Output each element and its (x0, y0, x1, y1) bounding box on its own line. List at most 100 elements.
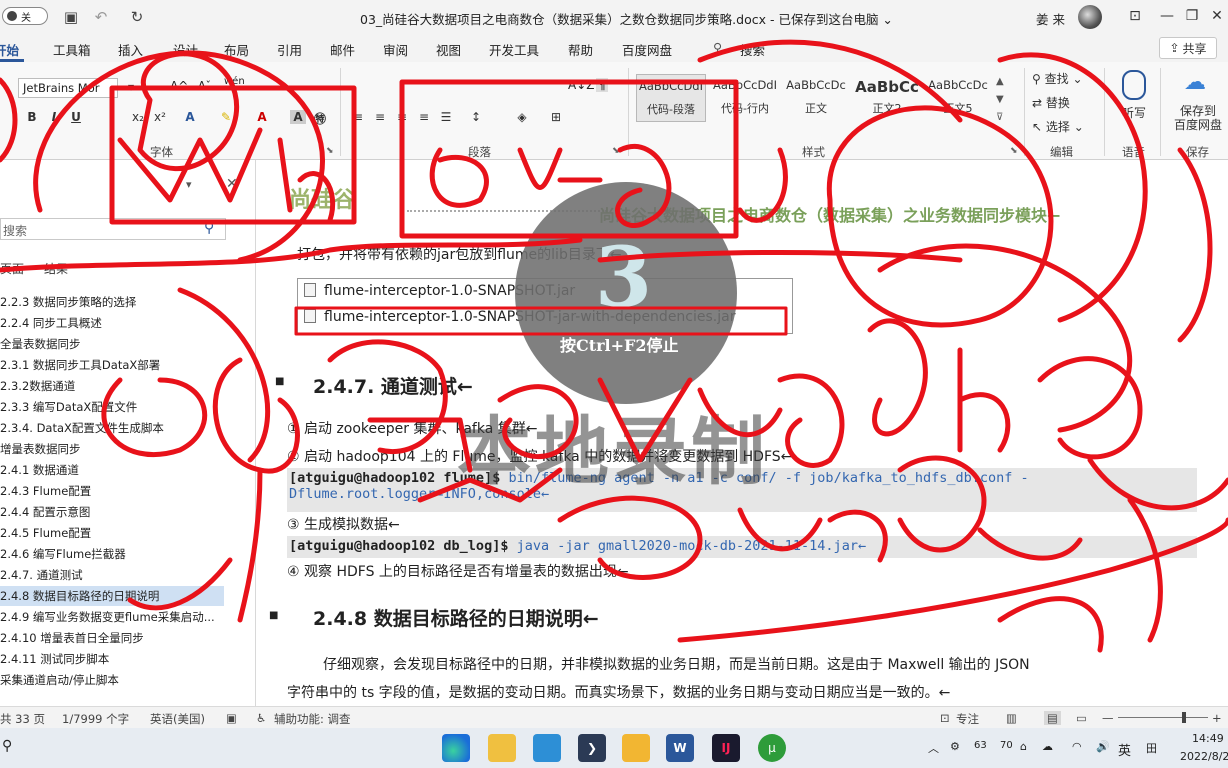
styles-dialog-launcher[interactable]: ⬊ (1010, 146, 1018, 156)
intellij-icon[interactable]: IJ (712, 734, 740, 762)
volume-icon[interactable]: 🔊 (1096, 740, 1110, 753)
nav-heading-item[interactable]: 2.4.1 数据通道 (0, 460, 224, 480)
save-to-baidu-label[interactable]: 保存到 百度网盘 (1174, 104, 1222, 132)
tab-baidu[interactable]: 百度网盘 (622, 40, 672, 59)
text-effects-icon[interactable]: A (182, 110, 198, 124)
zoom-out-icon[interactable]: — (1102, 711, 1114, 725)
save-icon[interactable]: ▣ (62, 8, 80, 26)
clock-time[interactable]: 14:49 (1192, 732, 1224, 745)
focus-mode[interactable]: 专注 (956, 711, 979, 727)
nav-heading-item[interactable]: 2.4.4 配置示意图 (0, 502, 224, 522)
nav-heading-item[interactable]: 2.3.3 编写DataX配置文件 (0, 397, 224, 417)
grow-font-icon[interactable]: A^ (170, 79, 188, 93)
gear-icon[interactable]: ⚙ (950, 740, 960, 753)
align-center-icon[interactable]: ≡ (372, 110, 388, 124)
phonetic-icon[interactable]: wén (224, 76, 245, 87)
tab-toolbox[interactable]: 工具箱 (53, 40, 91, 59)
font-dialog-launcher[interactable]: ⬊ (326, 146, 334, 156)
language[interactable]: 英语(美国) (150, 711, 205, 727)
shading-icon[interactable]: ◈ (514, 110, 530, 124)
avatar[interactable] (1078, 5, 1102, 29)
find-button[interactable]: ⚲ 查找 ⌄ (1032, 70, 1083, 87)
word-icon[interactable]: W (666, 734, 694, 762)
enclose-char-icon[interactable]: ㊕ (312, 110, 328, 127)
ime-indicator[interactable]: 英 (1118, 740, 1131, 759)
wifi-icon[interactable]: ◠ (1072, 740, 1082, 753)
page-count[interactable]: 共 33 页 (0, 711, 45, 727)
autosave-toggle[interactable]: 关 (2, 7, 48, 25)
char-shading-icon[interactable]: A (290, 110, 306, 124)
terminal-icon[interactable]: ❯ (578, 734, 606, 762)
tab-review[interactable]: 审阅 (383, 40, 408, 59)
nav-heading-item[interactable]: 2.4.8 数据目标路径的日期说明 (0, 586, 224, 606)
nav-heading-item[interactable]: 2.4.10 增量表首日全量同步 (0, 628, 224, 648)
subscript-icon[interactable]: x₂ (130, 110, 146, 124)
app-icon[interactable] (533, 734, 561, 762)
style-normal[interactable]: AaBbCcDc 正文 (782, 74, 850, 122)
clock-date[interactable]: 2022/8/2 (1180, 750, 1228, 763)
nav-heading-item[interactable]: 2.4.9 编写业务数据变更flume采集启动... (0, 607, 224, 627)
search-icon[interactable]: ⚲ (204, 220, 214, 236)
macro-icon[interactable]: ▣ (226, 711, 237, 725)
tab-view[interactable]: 视图 (436, 40, 461, 59)
underline-icon[interactable]: U (68, 110, 84, 124)
user-name[interactable]: 姜 来 (1036, 9, 1065, 28)
nav-heading-item[interactable]: 采集通道启动/停止脚本 (0, 670, 224, 690)
tab-mailings[interactable]: 邮件 (330, 40, 355, 59)
styles-scroll-down-icon[interactable]: ▼ (996, 94, 1004, 105)
align-left-icon[interactable]: ≡ (350, 110, 366, 124)
file-explorer-icon[interactable] (488, 734, 516, 762)
select-button[interactable]: ↖ 选择 ⌄ (1032, 118, 1084, 135)
font-color-icon[interactable]: A (254, 110, 270, 124)
tray-expand-icon[interactable]: ︿ (928, 740, 939, 756)
font-size-box[interactable]: ▾ (128, 80, 134, 94)
align-right-icon[interactable]: ≡ (394, 110, 410, 124)
dictate-label[interactable]: 听写 (1122, 104, 1146, 121)
tab-design[interactable]: 设计 (173, 40, 198, 59)
zoom-slider-thumb[interactable] (1182, 712, 1186, 723)
ime-mode-icon[interactable]: 田 (1146, 740, 1157, 756)
distribute-icon[interactable]: ☰ (438, 110, 454, 124)
font-name-box[interactable]: JetBrains Mor (18, 78, 118, 98)
shrink-font-icon[interactable]: Aˇ (198, 79, 211, 92)
style-normal2[interactable]: AaBbCc 正文2 (852, 74, 922, 122)
tab-help[interactable]: 帮助 (568, 40, 593, 59)
share-button[interactable]: ⇪ 共享 (1159, 37, 1217, 59)
nav-heading-item[interactable]: 2.3.4. DataX配置文件生成脚本 (0, 418, 224, 438)
nav-search-input[interactable]: 搜索 (0, 218, 226, 240)
tab-layout[interactable]: 布局 (224, 40, 249, 59)
sort-icon[interactable]: A↓Z (568, 78, 594, 92)
style-normal5[interactable]: AaBbCcDc 正文5 (924, 74, 992, 122)
nav-heading-item[interactable]: 2.3.2数据通道 (0, 376, 224, 396)
line-spacing-icon[interactable]: ↕ (468, 110, 484, 124)
word-count[interactable]: 1/7999 个字 (62, 711, 129, 727)
styles-scroll-up-icon[interactable]: ▲ (996, 76, 1004, 87)
search-icon[interactable]: ⚲ (713, 40, 722, 55)
show-marks-icon[interactable]: ¶ (596, 78, 608, 92)
web-layout-icon[interactable]: ▭ (1076, 711, 1087, 725)
utorrent-icon[interactable]: µ (758, 734, 786, 762)
replace-button[interactable]: ⇄ 替换 (1032, 94, 1070, 111)
network-icon[interactable]: ⌂ (1020, 740, 1027, 753)
undo-icon[interactable]: ↶ (92, 8, 110, 26)
paragraph-dialog-launcher[interactable]: ⬊ (612, 146, 620, 156)
zoom-in-icon[interactable]: + (1212, 711, 1222, 725)
nav-heading-item[interactable]: 2.2.3 数据同步策略的选择 (0, 292, 224, 312)
justify-icon[interactable]: ≡ (416, 110, 432, 124)
tab-insert[interactable]: 插入 (118, 40, 143, 59)
bold-icon[interactable]: B (24, 110, 40, 124)
tab-developer[interactable]: 开发工具 (489, 40, 539, 59)
nav-tab-pages[interactable]: 页面 (0, 260, 24, 277)
highlight-icon[interactable]: ✎ (218, 110, 234, 124)
tab-home[interactable]: 开始 (0, 40, 19, 59)
microphone-icon[interactable] (1122, 70, 1146, 100)
nav-heading-item[interactable]: 2.4.7. 通道测试 (0, 565, 224, 585)
close-icon[interactable]: ✕ (1207, 6, 1227, 26)
maximize-icon[interactable]: ❐ (1182, 6, 1202, 26)
ribbon-display-icon[interactable]: ⊡ (1125, 6, 1145, 26)
nav-tab-results[interactable]: 结果 (44, 260, 68, 277)
cloud-icon[interactable]: ☁ (1042, 740, 1053, 753)
nav-heading-item[interactable]: 2.3.1 数据同步工具DataX部署 (0, 355, 224, 375)
nav-heading-item[interactable]: 2.4.5 Flume配置 (0, 523, 224, 543)
minimize-icon[interactable]: — (1157, 6, 1177, 26)
